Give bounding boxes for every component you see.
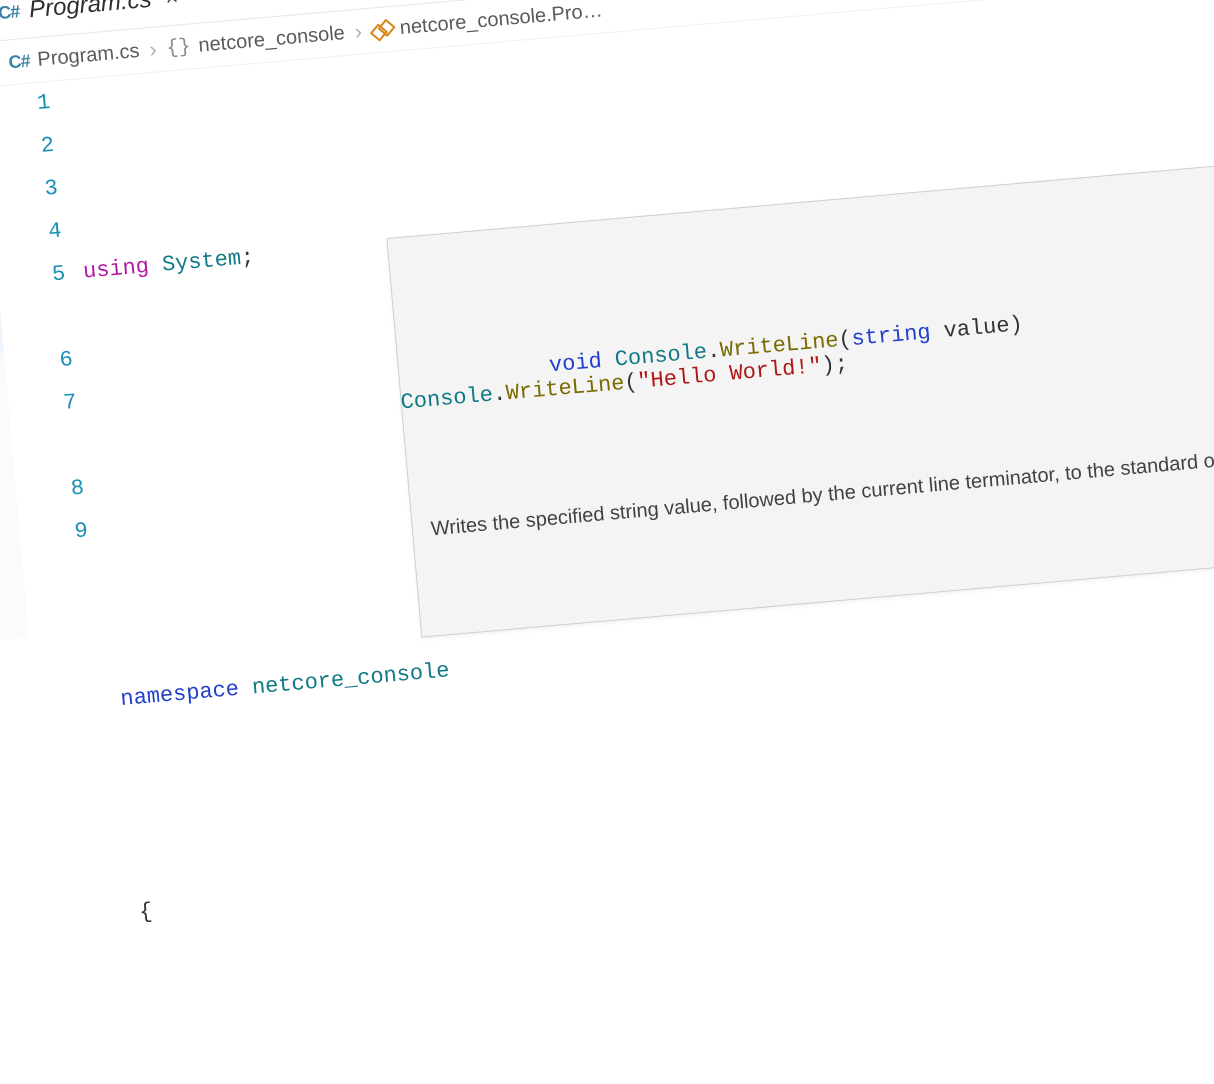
breadcrumb-file-label: Program.cs [37,40,141,72]
code-line[interactable] [100,436,433,508]
breadcrumb-namespace-label: netcore_console [198,22,346,58]
identifier-namespace: netcore_console [250,650,451,710]
tooltip-param-name: value [930,313,1011,345]
breadcrumb-class-label: netcore_console.Pro… [399,0,604,40]
identifier-console: Console [399,375,495,426]
line-number: 8 [24,468,86,516]
tooltip-param-type: string [851,320,932,352]
chevron-right-icon: › [354,19,364,46]
code-area[interactable]: using System; namespace netcore_console … [66,52,646,1084]
tab-title: Program.cs [28,0,153,24]
line-number: 1 [0,82,52,130]
line-number: 5 [6,253,71,344]
semicolon: ; [239,236,256,280]
tooltip-description: Writes the specified string value, follo… [429,434,1214,546]
codelens-references[interactable]: 0 references [156,1078,489,1084]
namespace-icon: {} [166,35,192,60]
line-number: 6 [13,339,75,387]
code-line[interactable]: namespace netcore_console [119,650,452,722]
code-editor[interactable]: 1 2 3 4 5 6 7 8 9 using System; namespac… [0,0,1214,1084]
open-brace: { [137,891,154,935]
chevron-right-icon: › [148,36,158,63]
breadcrumb-file[interactable]: C# Program.cs [8,40,141,74]
call-close: ); [820,343,850,388]
line-number: 3 [0,168,60,216]
keyword-namespace: namespace [119,669,241,722]
close-icon[interactable]: × [160,0,183,10]
class-icon [371,21,392,39]
line-number: 2 [0,125,56,173]
identifier-system: System [160,238,243,288]
line-number: 9 [28,510,90,558]
csharp-file-icon: C# [0,1,20,24]
code-line[interactable]: { [137,864,470,936]
csharp-file-icon: C# [8,50,31,73]
line-number: 4 [2,211,64,259]
breadcrumb-namespace[interactable]: {} netcore_console [166,22,346,60]
line-number: 7 [17,382,82,473]
keyword-using: using [81,246,151,294]
code-line[interactable]: using System; [81,223,414,295]
